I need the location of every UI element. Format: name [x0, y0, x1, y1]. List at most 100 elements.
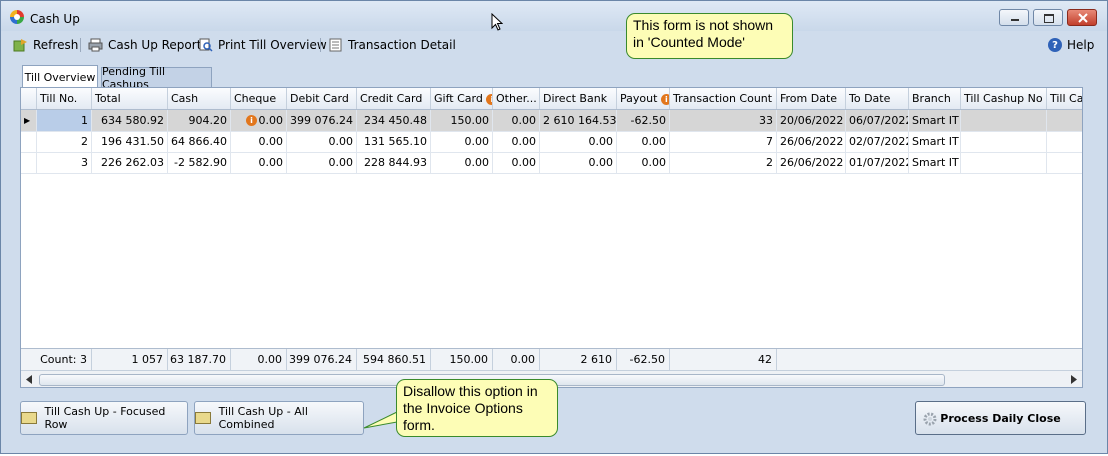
column-header[interactable]: Direct Bank: [540, 88, 617, 109]
cell-to-date[interactable]: 01/07/2022: [846, 152, 909, 173]
column-header-gift-card[interactable]: Gift Card i: [431, 88, 493, 109]
cell-other[interactable]: 0.00: [493, 131, 540, 152]
cell-cheque[interactable]: i 0.00: [231, 110, 287, 131]
cell-credit-card[interactable]: 131 565.10: [357, 131, 431, 152]
footer-other: 0.00: [493, 349, 540, 371]
scroll-right-icon[interactable]: [1070, 375, 1078, 384]
cell-till-cas[interactable]: [1047, 152, 1082, 173]
column-header[interactable]: From Date: [777, 88, 846, 109]
cell-transaction-count[interactable]: 7: [670, 131, 777, 152]
table-row[interactable]: ▶ 1 634 580.92 904.20 i 0.00 399 076.24 2…: [21, 110, 1082, 132]
cell-till-no[interactable]: 1: [37, 110, 92, 131]
cell-total[interactable]: 634 580.92: [92, 110, 168, 131]
cash-register-icon: [21, 412, 37, 424]
refresh-button[interactable]: Refresh: [13, 37, 78, 53]
till-cash-up-all-combined-label: Till Cash Up - All Combined: [218, 405, 308, 431]
table-row[interactable]: 3 226 262.03 -2 582.90 0.00 0.00 228 844…: [21, 152, 1082, 174]
till-cash-up-focused-row-button[interactable]: Till Cash Up - Focused Row: [20, 401, 188, 435]
help-button[interactable]: ? Help: [1048, 37, 1094, 53]
cell-cheque[interactable]: 0.00: [231, 152, 287, 173]
cell-debit-card[interactable]: 0.00: [287, 131, 357, 152]
column-header[interactable]: Cheque: [231, 88, 287, 109]
till-cash-up-all-combined-button[interactable]: Till Cash Up - All Combined: [194, 401, 364, 435]
cell-other[interactable]: 0.00: [493, 110, 540, 131]
cell-gift-card[interactable]: 0.00: [431, 131, 493, 152]
cell-other[interactable]: 0.00: [493, 152, 540, 173]
cash-up-report-button[interactable]: Cash Up Report: [88, 37, 201, 53]
cell-from-date[interactable]: 26/06/2022: [777, 152, 846, 173]
cell-debit-card[interactable]: 0.00: [287, 152, 357, 173]
print-till-overview-button[interactable]: Print Till Overview: [198, 37, 327, 53]
cell-direct-bank[interactable]: 0.00: [540, 152, 617, 173]
cell-total[interactable]: 226 262.03: [92, 152, 168, 173]
cell-till-no[interactable]: 2: [37, 131, 92, 152]
focused-row-indicator-icon: ▶: [21, 110, 37, 131]
column-header[interactable]: Branch: [909, 88, 961, 109]
toolbar-separator: [320, 38, 321, 52]
cell-payout[interactable]: -62.50: [617, 110, 670, 131]
cell-to-date[interactable]: 06/07/2022: [846, 110, 909, 131]
cell-cash[interactable]: -2 582.90: [168, 152, 231, 173]
cell-till-cas[interactable]: [1047, 131, 1082, 152]
grid-footer-summary: Count: 3 1 057 274.45 63 187.70 0.00 399…: [21, 348, 1082, 387]
table-row[interactable]: 2 196 431.50 64 866.40 0.00 0.00 131 565…: [21, 131, 1082, 153]
column-header[interactable]: To Date: [846, 88, 909, 109]
cell-payout[interactable]: 0.00: [617, 152, 670, 173]
cell-debit-card[interactable]: 399 076.24: [287, 110, 357, 131]
cell-till-no[interactable]: 3: [37, 152, 92, 173]
cell-direct-bank[interactable]: 0.00: [540, 131, 617, 152]
close-icon: [1078, 13, 1088, 23]
cell-cash[interactable]: 64 866.40: [168, 131, 231, 152]
restore-button[interactable]: [1033, 9, 1063, 26]
cell-from-date[interactable]: 26/06/2022: [777, 131, 846, 152]
scroll-left-icon[interactable]: [25, 375, 33, 384]
cell-till-cashup-no[interactable]: [961, 152, 1047, 173]
column-header[interactable]: Transaction Count: [670, 88, 777, 109]
cell-from-date[interactable]: 20/06/2022: [777, 110, 846, 131]
column-header[interactable]: Other...: [493, 88, 540, 109]
print-till-overview-label: Print Till Overview: [218, 38, 327, 52]
column-header[interactable]: Total: [92, 88, 168, 109]
refresh-icon: [13, 39, 27, 52]
tab-till-overview[interactable]: Till Overview: [22, 65, 98, 88]
cell-to-date[interactable]: 02/07/2022: [846, 131, 909, 152]
cell-direct-bank[interactable]: 2 610 164.53: [540, 110, 617, 131]
column-header[interactable]: Credit Card: [357, 88, 431, 109]
column-header[interactable]: Till No.: [37, 88, 92, 109]
cell-gift-card[interactable]: 150.00: [431, 110, 493, 131]
column-header[interactable]: Till Cas: [1047, 88, 1082, 109]
cell-till-cashup-no[interactable]: [961, 131, 1047, 152]
grid-header: Till No. Total Cash Cheque Debit Card Cr…: [21, 88, 1082, 110]
cell-credit-card[interactable]: 228 844.93: [357, 152, 431, 173]
cell-cash[interactable]: 904.20: [168, 110, 231, 131]
cell-cheque[interactable]: 0.00: [231, 131, 287, 152]
cell-credit-card[interactable]: 234 450.48: [357, 110, 431, 131]
footer-payout: -62.50: [617, 349, 670, 371]
column-header[interactable]: Cash: [168, 88, 231, 109]
cell-branch[interactable]: Smart IT: [909, 131, 961, 152]
warning-info-icon: i: [486, 93, 492, 105]
toolbar: Refresh Cash Up Report Print Till Overvi…: [1, 32, 1107, 58]
cell-till-cas[interactable]: [1047, 110, 1082, 131]
transaction-detail-button[interactable]: Transaction Detail: [328, 37, 456, 53]
footer-cheque: 0.00: [231, 349, 287, 371]
minimize-button[interactable]: [999, 9, 1029, 26]
column-header[interactable]: Debit Card: [287, 88, 357, 109]
cell-transaction-count[interactable]: 33: [670, 110, 777, 131]
cell-gift-card[interactable]: 0.00: [431, 152, 493, 173]
process-daily-close-button[interactable]: Process Daily Close: [915, 401, 1086, 435]
cell-branch[interactable]: Smart IT: [909, 110, 961, 131]
cell-total[interactable]: 196 431.50: [92, 131, 168, 152]
tab-pending-till-cashups[interactable]: Pending Till Cashups: [101, 65, 212, 91]
cell-till-cashup-no[interactable]: [961, 110, 1047, 131]
column-header-label: Payout: [620, 92, 658, 105]
cell-payout[interactable]: 0.00: [617, 131, 670, 152]
cell-branch[interactable]: Smart IT: [909, 152, 961, 173]
toolbar-separator: [80, 38, 81, 52]
mouse-cursor-icon: [491, 13, 503, 31]
cell-transaction-count[interactable]: 2: [670, 152, 777, 173]
column-header-payout[interactable]: Payout i: [617, 88, 670, 109]
close-button[interactable]: [1067, 9, 1097, 26]
column-header[interactable]: Till Cashup No: [961, 88, 1047, 109]
printer-icon: [88, 38, 103, 52]
